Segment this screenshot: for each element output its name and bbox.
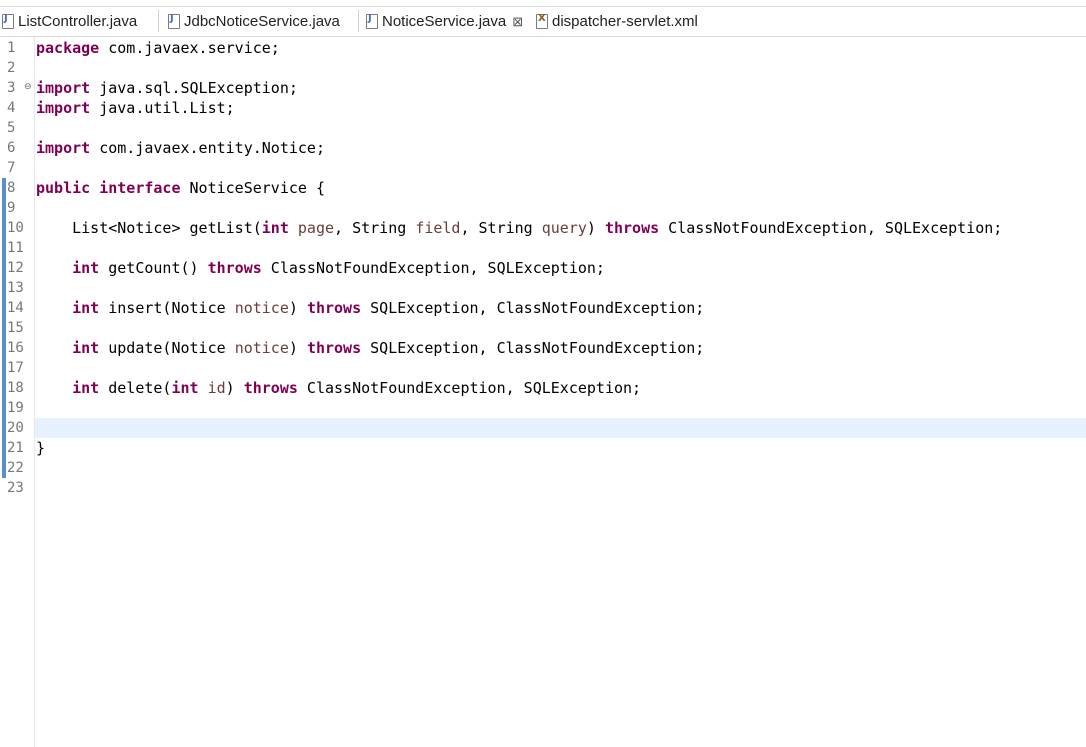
line-number: 23: [7, 480, 24, 496]
code-text: getCount(): [99, 259, 208, 277]
code-text: update(Notice: [99, 339, 235, 357]
code-line-3: import java.sql.SQLException;: [36, 78, 298, 98]
line-number: 7: [7, 160, 16, 176]
line-number: 4: [7, 100, 16, 116]
line-number: 21: [7, 440, 24, 456]
line-number: 19: [7, 400, 24, 416]
code-text: com.javaex.service;: [99, 39, 280, 57]
keyword: package: [36, 39, 100, 57]
code-text: com.javaex.entity.Notice;: [90, 139, 325, 157]
parameter: notice: [234, 299, 289, 317]
tab-label: NoticeService.java: [382, 13, 507, 30]
line-number: 2: [7, 60, 16, 76]
code-line-6: import com.javaex.entity.Notice;: [36, 138, 325, 158]
line-number: 6: [7, 140, 16, 156]
code-text: ): [225, 379, 244, 397]
keyword: int: [72, 259, 100, 277]
line-number: 13: [7, 280, 24, 296]
code-line-8: public interface NoticeService {: [36, 178, 325, 198]
code-text: SQLException, ClassNotFoundException;: [361, 339, 705, 357]
keyword: throws: [306, 339, 362, 357]
line-number: 20: [7, 420, 24, 436]
code-text: SQLException, ClassNotFoundException;: [361, 299, 705, 317]
tab-list-controller[interactable]: ListController.java: [2, 7, 137, 36]
code-text: }: [36, 439, 46, 457]
code-editor[interactable]: 1 2 3 ⊖ 4 5 6 7 8 9 10 11 12 13 14 15 16…: [0, 37, 1086, 747]
java-file-icon: [168, 13, 180, 29]
code-line-12: int getCount() throws ClassNotFoundExcep…: [36, 258, 605, 278]
tab-label: JdbcNoticeService.java: [184, 13, 340, 30]
code-line-21: }: [36, 438, 45, 458]
code-line-14: int insert(Notice notice) throws SQLExce…: [36, 298, 704, 318]
line-number: 12: [7, 260, 24, 276]
line-number: 15: [7, 320, 24, 336]
code-text: , String: [460, 219, 542, 237]
code-line-4: import java.util.List;: [36, 98, 235, 118]
line-number: 14: [7, 300, 24, 316]
line-number: 22: [7, 460, 24, 476]
keyword: throws: [243, 379, 298, 397]
keyword: import: [36, 99, 91, 117]
code-text: ): [288, 339, 307, 357]
code-text: , String: [334, 219, 416, 237]
tab-jdbc-notice-service[interactable]: JdbcNoticeService.java: [168, 7, 340, 36]
parameter: notice: [234, 339, 289, 357]
line-number: 9: [7, 200, 16, 216]
editor-tab-bar: ListController.java JdbcNoticeService.ja…: [0, 0, 1086, 37]
keyword: import: [36, 139, 91, 157]
parameter: field: [415, 219, 461, 237]
line-number: 16: [7, 340, 24, 356]
fold-collapse-icon[interactable]: ⊖: [24, 77, 32, 97]
line-number: 1: [7, 40, 16, 56]
tab-separator: [158, 10, 159, 32]
keyword: int: [72, 339, 100, 357]
code-text: ClassNotFoundException, SQLException;: [261, 259, 605, 277]
keyword: public: [36, 179, 91, 197]
keyword: throws: [306, 299, 362, 317]
line-number: 17: [7, 360, 24, 376]
code-text: ClassNotFoundException, SQLException;: [297, 379, 642, 397]
tab-separator: [358, 10, 359, 32]
line-number: 5: [7, 120, 16, 136]
code-line-18: int delete(int id) throws ClassNotFoundE…: [36, 378, 641, 398]
parameter: id: [198, 379, 226, 397]
code-text: ClassNotFoundException, SQLException;: [659, 219, 1003, 237]
change-marker-bar: [2, 178, 6, 478]
current-line-highlight: [34, 418, 1086, 438]
xml-file-icon: [536, 13, 548, 29]
tab-notice-service[interactable]: NoticeService.java ⊠: [366, 7, 530, 36]
code-line-1: package com.javaex.service;: [36, 38, 280, 58]
keyword: throws: [207, 259, 262, 277]
code-text: List<Notice> getList(: [36, 219, 262, 237]
keyword: int: [72, 299, 100, 317]
keyword: int: [171, 379, 199, 397]
tab-label: ListController.java: [18, 13, 138, 30]
keyword: throws: [604, 219, 660, 237]
parameter: page: [288, 219, 335, 237]
close-icon[interactable]: ⊠: [512, 14, 523, 30]
code-text: java.sql.SQLException;: [90, 79, 298, 97]
parameter: query: [541, 219, 587, 237]
code-text: delete(: [99, 379, 172, 397]
java-file-icon: [2, 13, 14, 29]
java-file-icon: [366, 13, 378, 29]
keyword: import: [36, 79, 91, 97]
code-text: NoticeService {: [180, 179, 325, 197]
keyword: int: [72, 379, 100, 397]
keyword: interface: [99, 179, 181, 197]
tab-label: dispatcher-servlet.xml: [552, 13, 698, 30]
code-text: ): [288, 299, 307, 317]
line-number: 10: [7, 220, 24, 236]
code-text: ): [586, 219, 605, 237]
line-number: 11: [7, 240, 24, 256]
tab-dispatcher-servlet[interactable]: dispatcher-servlet.xml: [536, 7, 698, 36]
line-number: 8: [7, 180, 16, 196]
keyword: int: [261, 219, 289, 237]
code-text: insert(Notice: [99, 299, 235, 317]
line-number: 18: [7, 380, 24, 396]
code-text: java.util.List;: [90, 99, 235, 117]
code-line-16: int update(Notice notice) throws SQLExce…: [36, 338, 704, 358]
code-line-10: List<Notice> getList(int page, String fi…: [36, 218, 1002, 238]
